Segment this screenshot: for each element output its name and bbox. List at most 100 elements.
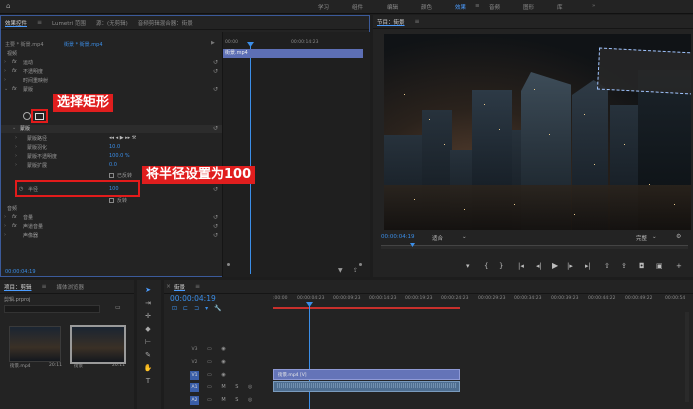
panel-menu-icon[interactable]: ≡ xyxy=(195,283,200,290)
mark-out-icon[interactable]: } xyxy=(499,262,503,270)
track-select-tool-icon[interactable]: ⇥ xyxy=(143,299,153,307)
mask-opacity-row[interactable]: › 蒙版不透明度 100.0 % xyxy=(1,153,222,161)
filter-icon[interactable]: ▼ xyxy=(338,267,343,274)
effect-panel-timecode[interactable]: 00:00:04:19 xyxy=(5,269,36,275)
track-controls-v3[interactable]: ▭ ◉ xyxy=(207,346,230,352)
track-mask-controls[interactable]: ◂◂ ◂ ▶ ▸▸ ⚒ xyxy=(109,135,136,141)
track-label[interactable]: V3 xyxy=(190,345,199,354)
close-icon[interactable]: × xyxy=(166,283,171,290)
timeline-toolbar-icons[interactable]: ⊡⊏⊐▾🔧 xyxy=(172,305,228,312)
settings-icon[interactable]: ⚙ xyxy=(676,233,681,240)
effect-panner[interactable]: › 声像器 ↺ xyxy=(1,232,222,240)
hand-tool-icon[interactable]: ✋ xyxy=(143,364,153,372)
type-tool-icon[interactable]: T xyxy=(143,377,153,385)
program-timecode[interactable]: 00:00:04:19 xyxy=(381,234,415,240)
track-label[interactable]: V2 xyxy=(190,358,199,367)
work-area-bar[interactable] xyxy=(273,307,460,309)
panel-menu-icon[interactable]: ≡ xyxy=(415,18,420,25)
track-label[interactable]: V1 xyxy=(190,371,199,380)
effect-volume[interactable]: › fx 音量 ↺ xyxy=(1,214,222,222)
lift-icon[interactable]: ⇧ xyxy=(604,262,610,270)
zoom-handle-left[interactable] xyxy=(227,263,230,266)
source-clip-label[interactable]: 主要 * 街景.mp4 xyxy=(5,41,44,48)
mask-path-row[interactable]: › 蒙版路径 ◂◂ ◂ ▶ ▸▸ ⚒ xyxy=(1,135,222,143)
tab-project[interactable]: 项目：剪辑 xyxy=(4,283,32,291)
comparison-view-icon[interactable]: ▣ xyxy=(656,262,663,270)
mini-playhead[interactable] xyxy=(250,42,251,274)
mask-row[interactable]: ⌄ 蒙版 ↺ xyxy=(1,125,222,133)
tab-media-browser[interactable]: 媒体浏览器 xyxy=(57,283,85,291)
rectangle-mask-overlay[interactable] xyxy=(596,47,691,95)
effect-motion[interactable]: › fx 运动 ↺ xyxy=(1,59,222,67)
step-forward-icon[interactable]: |▸ xyxy=(567,262,573,270)
step-back-icon[interactable]: ◂| xyxy=(536,262,542,270)
tab-lumetri-scopes[interactable]: Lumetri 范围 xyxy=(52,19,86,27)
tab-sequence[interactable]: 街景 xyxy=(174,283,185,291)
selection-tool-icon[interactable]: ➤ xyxy=(143,286,153,294)
program-scrubber[interactable] xyxy=(381,243,688,249)
razor-tool-icon[interactable]: ◆ xyxy=(143,325,153,333)
new-bin-icon[interactable]: ▭ xyxy=(115,304,121,311)
timeline-playhead[interactable] xyxy=(309,304,310,409)
go-to-out-icon[interactable]: ▸| xyxy=(585,262,591,270)
effect-opacity[interactable]: › fx 不透明度 ↺ xyxy=(1,68,222,76)
track-label[interactable]: A2 xyxy=(190,396,199,405)
quality-select[interactable]: 完整 ⌄ xyxy=(636,234,666,242)
project-item-thumbnail[interactable] xyxy=(70,325,126,364)
add-marker-icon[interactable]: ▾ xyxy=(466,262,470,270)
more-workspaces-icon[interactable]: » xyxy=(592,3,595,9)
go-to-in-icon[interactable]: |◂ xyxy=(518,262,524,270)
pen-tool-icon[interactable]: ✎ xyxy=(143,351,153,359)
effect-time-remap[interactable]: › 时间重映射 xyxy=(1,77,222,85)
panel-menu-icon[interactable]: ≡ xyxy=(37,19,42,26)
video-clip[interactable]: 街景.mp4 [V] xyxy=(273,369,460,380)
timeline-ruler[interactable]: :00:00 00:00:04:23 00:00:09:23 00:00:14:… xyxy=(273,296,693,306)
track-label[interactable]: A1 xyxy=(190,383,199,392)
export-frame-icon[interactable]: ◘ xyxy=(639,262,645,270)
workspace-graphics[interactable]: 图形 xyxy=(523,3,534,11)
workspace-assembly[interactable]: 组件 xyxy=(352,3,363,11)
workspace-effects[interactable]: 效果 xyxy=(455,3,466,11)
program-playhead[interactable] xyxy=(410,243,415,247)
slip-tool-icon[interactable]: ⊢ xyxy=(143,338,153,346)
mark-in-icon[interactable]: { xyxy=(484,262,488,270)
workspace-menu-icon[interactable]: ≡ xyxy=(475,3,480,9)
track-controls-v2[interactable]: ▭ ◉ xyxy=(207,359,230,365)
tab-audio-clip-mixer[interactable]: 音频剪辑混合器：街景 xyxy=(138,19,193,27)
inverted-checkbox[interactable] xyxy=(109,173,114,178)
workspace-learn[interactable]: 学习 xyxy=(318,3,329,11)
workspace-editing[interactable]: 编辑 xyxy=(387,3,398,11)
zoom-fit-select[interactable]: 适合 ⌄ xyxy=(432,234,470,242)
effect-channel-volume[interactable]: › fx 声道音量 ↺ xyxy=(1,223,222,231)
timeline-scrollbar[interactable] xyxy=(685,312,689,402)
ripple-edit-tool-icon[interactable]: ✛ xyxy=(143,312,153,320)
export-icon[interactable]: ⇪ xyxy=(353,267,358,274)
add-button-icon[interactable]: + xyxy=(676,262,682,270)
workspace-audio[interactable]: 音频 xyxy=(489,3,500,11)
program-video-frame[interactable] xyxy=(384,34,691,230)
tab-effect-controls[interactable]: 效果控件 xyxy=(5,19,27,27)
play-icon[interactable]: ▶ xyxy=(211,40,215,46)
play-button[interactable]: ▶ xyxy=(552,261,558,270)
mask-feather-row[interactable]: › 蒙版羽化 10.0 xyxy=(1,144,222,152)
mini-clip-bar[interactable]: 街景.mp4 xyxy=(223,49,363,58)
panel-menu-icon[interactable]: ≡ xyxy=(42,283,47,290)
workspace-color[interactable]: 颜色 xyxy=(421,3,432,11)
effect-mini-timeline[interactable]: 00:00 00:00:14:23 街景.mp4 xyxy=(222,32,370,277)
tab-program[interactable]: 节目：街景 xyxy=(377,18,405,26)
zoom-handle-right[interactable] xyxy=(359,263,362,266)
project-item-thumbnail[interactable] xyxy=(9,326,61,362)
track-controls-a1[interactable]: ▭ M S ◎ xyxy=(207,384,256,390)
ellipse-mask-icon[interactable] xyxy=(23,112,31,120)
track-controls-a2[interactable]: ▭ M S ◎ xyxy=(207,397,256,403)
home-icon[interactable]: ⌂ xyxy=(6,2,10,10)
effect-mask-header[interactable]: ⌄ fx 蒙版 ↺ xyxy=(1,86,222,94)
track-controls-v1[interactable]: ▭ ◉ xyxy=(207,372,230,378)
invert-checkbox[interactable] xyxy=(109,198,114,203)
tab-source[interactable]: 源：(无剪辑) xyxy=(96,19,128,27)
sequence-clip-label[interactable]: 街景 * 街景.mp4 xyxy=(64,41,103,48)
extract-icon[interactable]: ⇪ xyxy=(621,262,627,270)
project-search-input[interactable] xyxy=(4,305,100,313)
mini-playhead-head[interactable] xyxy=(247,42,254,47)
timeline-timecode[interactable]: 00:00:04:19 xyxy=(170,294,216,303)
